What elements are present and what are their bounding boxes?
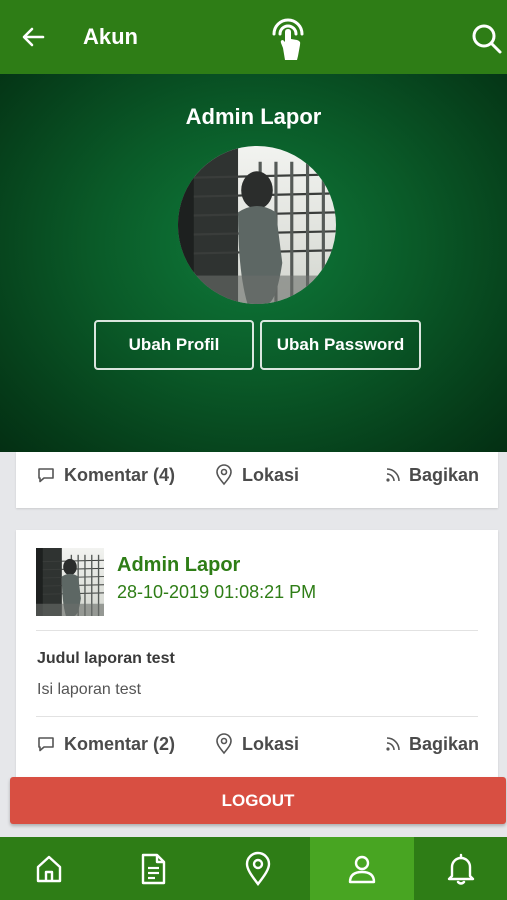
share-label: Bagikan — [409, 464, 480, 485]
post-actions: Komentar (4) Lokasi Bagikan — [16, 455, 498, 495]
page-title: Akun — [83, 24, 138, 49]
location-button[interactable]: Lokasi — [214, 455, 299, 495]
user-icon — [348, 855, 376, 883]
rss-share-icon — [386, 468, 400, 482]
logout-button[interactable]: LOGOUT — [10, 777, 506, 824]
comments-label: Komentar (2) — [64, 733, 176, 754]
post-actions: Komentar (2) Lokasi Bagikan — [16, 724, 498, 764]
profile-name: Admin Lapor — [185, 104, 322, 129]
app-bar: Akun — [0, 0, 507, 74]
edit-profile-button[interactable]: Ubah Profil — [94, 320, 254, 370]
location-pin-icon — [216, 464, 232, 486]
back-button[interactable] — [18, 22, 48, 52]
share-button[interactable]: Bagikan — [385, 455, 479, 495]
location-button[interactable]: Lokasi — [214, 724, 299, 764]
search-icon — [472, 24, 502, 54]
arrow-left-icon — [22, 27, 45, 47]
home-icon — [36, 855, 62, 882]
nav-map[interactable] — [207, 837, 309, 900]
change-password-button[interactable]: Ubah Password — [260, 320, 421, 370]
nav-reports[interactable] — [102, 837, 204, 900]
location-label: Lokasi — [242, 464, 300, 485]
rss-share-icon — [386, 737, 400, 751]
location-label: Lokasi — [242, 733, 300, 754]
share-label: Bagikan — [409, 733, 480, 754]
nav-notifications[interactable] — [414, 837, 507, 900]
post-card[interactable]: Admin Lapor 28-10-2019 01:08:21 PM Judul… — [16, 530, 498, 780]
nav-home[interactable] — [0, 837, 98, 900]
post-title: Judul laporan test — [37, 650, 175, 667]
search-button[interactable] — [468, 20, 504, 56]
tap-signal-icon — [272, 18, 304, 60]
share-button[interactable]: Bagikan — [385, 724, 479, 764]
bottom-nav — [0, 837, 507, 900]
profile-avatar — [178, 146, 336, 304]
post-body: Isi laporan test — [37, 681, 142, 698]
comment-icon — [38, 737, 54, 752]
comments-label: Komentar (4) — [64, 464, 176, 485]
document-icon — [141, 853, 166, 884]
post-timestamp: 28-10-2019 01:08:21 PM — [117, 582, 317, 602]
comment-icon — [38, 468, 54, 483]
divider — [36, 630, 478, 631]
app-logo — [264, 10, 312, 62]
profile-header: Admin Lapor Ubah Profil Ubah Password — [0, 74, 507, 452]
comments-button[interactable]: Komentar (2) — [36, 724, 175, 764]
nav-account[interactable] — [310, 837, 414, 900]
post-card: Komentar (4) Lokasi Bagikan — [16, 452, 498, 508]
bell-icon — [447, 853, 474, 885]
comments-button[interactable]: Komentar (4) — [36, 455, 175, 495]
post-author-name: Admin Lapor — [117, 554, 241, 576]
divider — [36, 716, 478, 717]
location-pin-icon — [245, 851, 271, 886]
location-pin-icon — [216, 733, 232, 755]
post-author-avatar — [36, 548, 104, 616]
